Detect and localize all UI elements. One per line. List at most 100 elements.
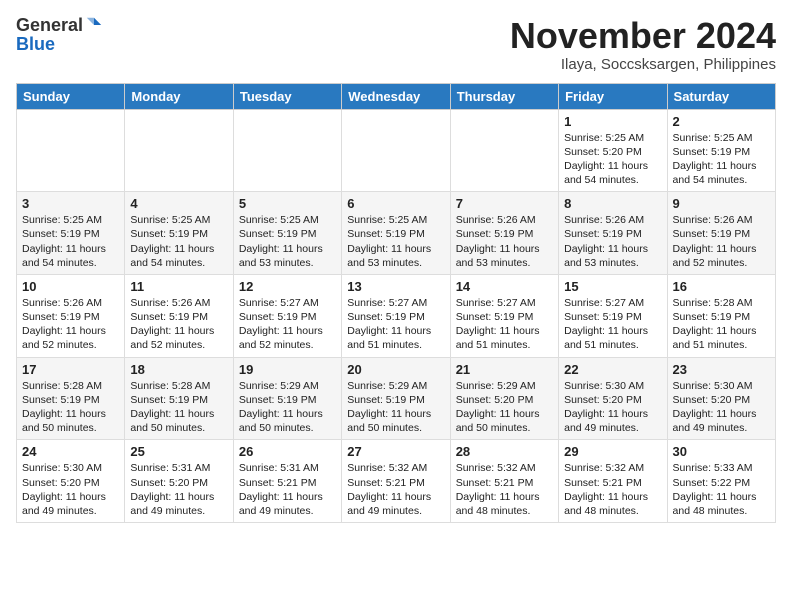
cell-info: Sunrise: 5:26 AMSunset: 5:19 PMDaylight:…	[673, 213, 770, 270]
day-number: 26	[239, 444, 336, 459]
location: Ilaya, Soccsksargen, Philippines	[510, 56, 776, 73]
logo: General Blue	[16, 16, 103, 53]
col-header-saturday: Saturday	[667, 83, 775, 109]
cell-info: Sunrise: 5:31 AMSunset: 5:21 PMDaylight:…	[239, 461, 336, 518]
cell-info: Sunrise: 5:25 AMSunset: 5:19 PMDaylight:…	[239, 213, 336, 270]
day-number: 13	[347, 279, 444, 294]
cell-info: Sunrise: 5:28 AMSunset: 5:19 PMDaylight:…	[673, 296, 770, 353]
day-number: 29	[564, 444, 661, 459]
calendar-week-row: 24Sunrise: 5:30 AMSunset: 5:20 PMDayligh…	[17, 440, 776, 523]
calendar-cell: 24Sunrise: 5:30 AMSunset: 5:20 PMDayligh…	[17, 440, 125, 523]
calendar-cell: 26 Sunrise: 5:31 AMSunset: 5:21 PMDayligh…	[233, 440, 341, 523]
col-header-monday: Monday	[125, 83, 233, 109]
calendar-cell: 27Sunrise: 5:32 AMSunset: 5:21 PMDayligh…	[342, 440, 450, 523]
calendar-header-row: SundayMondayTuesdayWednesdayThursdayFrid…	[17, 83, 776, 109]
calendar-cell: 14 Sunrise: 5:27 AMSunset: 5:19 PMDayligh…	[450, 274, 558, 357]
calendar-cell: 23Sunrise: 5:30 AMSunset: 5:20 PMDayligh…	[667, 357, 775, 440]
cell-info: Sunrise: 5:25 AMSunset: 5:19 PMDaylight:…	[673, 131, 770, 188]
calendar-cell: 16 Sunrise: 5:28 AMSunset: 5:19 PMDayligh…	[667, 274, 775, 357]
cell-info: Sunrise: 5:29 AMSunset: 5:19 PMDaylight:…	[347, 379, 444, 436]
calendar-cell: 20 Sunrise: 5:29 AMSunset: 5:19 PMDayligh…	[342, 357, 450, 440]
cell-info: Sunrise: 5:32 AMSunset: 5:21 PMDaylight:…	[347, 461, 444, 518]
calendar-cell: 30 Sunrise: 5:33 AMSunset: 5:22 PMDayligh…	[667, 440, 775, 523]
calendar-cell: 22 Sunrise: 5:30 AMSunset: 5:20 PMDayligh…	[559, 357, 667, 440]
cell-info: Sunrise: 5:27 AMSunset: 5:19 PMDaylight:…	[347, 296, 444, 353]
calendar-cell: 3Sunrise: 5:25 AMSunset: 5:19 PMDaylight…	[17, 192, 125, 275]
calendar-cell: 17Sunrise: 5:28 AMSunset: 5:19 PMDayligh…	[17, 357, 125, 440]
cell-info: Sunrise: 5:31 AMSunset: 5:20 PMDaylight:…	[130, 461, 227, 518]
day-number: 21	[456, 362, 553, 377]
logo-flag-icon	[85, 16, 103, 34]
day-number: 30	[673, 444, 770, 459]
day-number: 18	[130, 362, 227, 377]
title-block: November 2024 Ilaya, Soccsksargen, Phili…	[510, 16, 776, 73]
day-number: 25	[130, 444, 227, 459]
cell-info: Sunrise: 5:27 AMSunset: 5:19 PMDaylight:…	[564, 296, 661, 353]
day-number: 8	[564, 196, 661, 211]
calendar-cell: 1 Sunrise: 5:25 AMSunset: 5:20 PMDaylight…	[559, 109, 667, 192]
cell-info: Sunrise: 5:29 AMSunset: 5:19 PMDaylight:…	[239, 379, 336, 436]
cell-info: Sunrise: 5:26 AMSunset: 5:19 PMDaylight:…	[22, 296, 119, 353]
day-number: 19	[239, 362, 336, 377]
calendar-week-row: 10 Sunrise: 5:26 AMSunset: 5:19 PMDayligh…	[17, 274, 776, 357]
calendar-cell: 10 Sunrise: 5:26 AMSunset: 5:19 PMDayligh…	[17, 274, 125, 357]
calendar-cell	[125, 109, 233, 192]
page: General Blue November 2024 Ilaya, Soccsk…	[0, 0, 792, 533]
day-number: 7	[456, 196, 553, 211]
calendar-table: SundayMondayTuesdayWednesdayThursdayFrid…	[16, 83, 776, 523]
cell-info: Sunrise: 5:25 AMSunset: 5:19 PMDaylight:…	[347, 213, 444, 270]
calendar-cell: 9 Sunrise: 5:26 AMSunset: 5:19 PMDaylight…	[667, 192, 775, 275]
calendar-cell: 21Sunrise: 5:29 AMSunset: 5:20 PMDayligh…	[450, 357, 558, 440]
cell-info: Sunrise: 5:25 AMSunset: 5:20 PMDaylight:…	[564, 131, 661, 188]
day-number: 9	[673, 196, 770, 211]
day-number: 5	[239, 196, 336, 211]
day-number: 15	[564, 279, 661, 294]
cell-info: Sunrise: 5:30 AMSunset: 5:20 PMDaylight:…	[564, 379, 661, 436]
calendar-cell: 15 Sunrise: 5:27 AMSunset: 5:19 PMDayligh…	[559, 274, 667, 357]
logo-blue-text: Blue	[16, 35, 55, 53]
calendar-week-row: 1 Sunrise: 5:25 AMSunset: 5:20 PMDaylight…	[17, 109, 776, 192]
day-number: 23	[673, 362, 770, 377]
day-number: 20	[347, 362, 444, 377]
calendar-week-row: 3Sunrise: 5:25 AMSunset: 5:19 PMDaylight…	[17, 192, 776, 275]
cell-info: Sunrise: 5:27 AMSunset: 5:19 PMDaylight:…	[456, 296, 553, 353]
calendar-cell	[17, 109, 125, 192]
day-number: 28	[456, 444, 553, 459]
calendar-cell: 11Sunrise: 5:26 AMSunset: 5:19 PMDayligh…	[125, 274, 233, 357]
calendar-cell: 7Sunrise: 5:26 AMSunset: 5:19 PMDaylight…	[450, 192, 558, 275]
col-header-sunday: Sunday	[17, 83, 125, 109]
cell-info: Sunrise: 5:28 AMSunset: 5:19 PMDaylight:…	[22, 379, 119, 436]
cell-info: Sunrise: 5:25 AMSunset: 5:19 PMDaylight:…	[130, 213, 227, 270]
cell-info: Sunrise: 5:33 AMSunset: 5:22 PMDaylight:…	[673, 461, 770, 518]
calendar-cell: 5 Sunrise: 5:25 AMSunset: 5:19 PMDaylight…	[233, 192, 341, 275]
calendar-cell: 4Sunrise: 5:25 AMSunset: 5:19 PMDaylight…	[125, 192, 233, 275]
calendar-cell: 25 Sunrise: 5:31 AMSunset: 5:20 PMDayligh…	[125, 440, 233, 523]
cell-info: Sunrise: 5:26 AMSunset: 5:19 PMDaylight:…	[564, 213, 661, 270]
calendar-cell: 13 Sunrise: 5:27 AMSunset: 5:19 PMDayligh…	[342, 274, 450, 357]
calendar-cell: 6Sunrise: 5:25 AMSunset: 5:19 PMDaylight…	[342, 192, 450, 275]
calendar-cell	[233, 109, 341, 192]
col-header-wednesday: Wednesday	[342, 83, 450, 109]
calendar-cell: 18Sunrise: 5:28 AMSunset: 5:19 PMDayligh…	[125, 357, 233, 440]
cell-info: Sunrise: 5:32 AMSunset: 5:21 PMDaylight:…	[456, 461, 553, 518]
day-number: 22	[564, 362, 661, 377]
day-number: 16	[673, 279, 770, 294]
day-number: 12	[239, 279, 336, 294]
calendar-cell: 19 Sunrise: 5:29 AMSunset: 5:19 PMDayligh…	[233, 357, 341, 440]
day-number: 24	[22, 444, 119, 459]
day-number: 10	[22, 279, 119, 294]
calendar-cell: 29 Sunrise: 5:32 AMSunset: 5:21 PMDayligh…	[559, 440, 667, 523]
cell-info: Sunrise: 5:32 AMSunset: 5:21 PMDaylight:…	[564, 461, 661, 518]
cell-info: Sunrise: 5:26 AMSunset: 5:19 PMDaylight:…	[130, 296, 227, 353]
month-title: November 2024	[510, 16, 776, 56]
col-header-friday: Friday	[559, 83, 667, 109]
calendar-cell: 8 Sunrise: 5:26 AMSunset: 5:19 PMDaylight…	[559, 192, 667, 275]
calendar-cell: 2Sunrise: 5:25 AMSunset: 5:19 PMDaylight…	[667, 109, 775, 192]
cell-info: Sunrise: 5:25 AMSunset: 5:19 PMDaylight:…	[22, 213, 119, 270]
calendar-cell	[450, 109, 558, 192]
calendar-cell	[342, 109, 450, 192]
col-header-thursday: Thursday	[450, 83, 558, 109]
calendar-week-row: 17Sunrise: 5:28 AMSunset: 5:19 PMDayligh…	[17, 357, 776, 440]
day-number: 1	[564, 114, 661, 129]
day-number: 14	[456, 279, 553, 294]
